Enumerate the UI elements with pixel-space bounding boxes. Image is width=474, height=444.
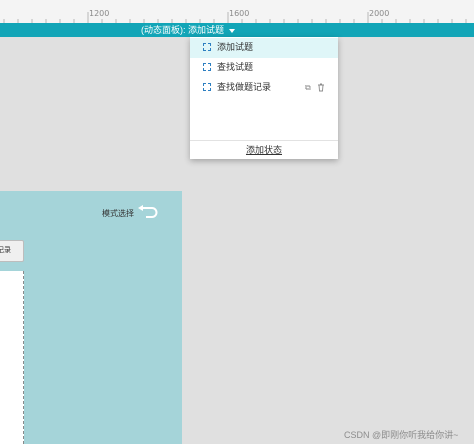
dashed-state-icon bbox=[203, 63, 211, 71]
content-box bbox=[0, 271, 24, 444]
mode-select-label[interactable]: 模式选择 bbox=[102, 208, 134, 219]
add-state-link[interactable]: 添加状态 bbox=[190, 141, 338, 159]
content-panel bbox=[0, 191, 182, 444]
state-dropdown-menu: 添加试题 查找试题 查找做题记录 ⧉ 添加状态 bbox=[190, 37, 338, 159]
trash-icon[interactable] bbox=[317, 83, 325, 95]
return-arrow-icon[interactable] bbox=[137, 205, 159, 224]
dropdown-item-label: 查找做题记录 bbox=[217, 82, 272, 92]
ruler-label-1600: 1600 bbox=[229, 9, 250, 18]
dropdown-item-find-question[interactable]: 查找试题 bbox=[190, 58, 338, 78]
caret-down-icon[interactable] bbox=[229, 28, 235, 33]
dropdown-item-find-record[interactable]: 查找做题记录 ⧉ bbox=[190, 78, 338, 98]
horizontal-ruler: 1200 1600 2000 bbox=[0, 0, 474, 24]
dynamic-panel-state-bar: (动态面板): 添加试题 bbox=[0, 23, 474, 37]
copy-icon[interactable]: ⧉ bbox=[305, 83, 311, 93]
dashed-state-icon bbox=[203, 43, 211, 51]
dropdown-item-label: 查找试题 bbox=[217, 62, 254, 72]
watermark: CSDN @即刚你听我给你讲~ bbox=[344, 430, 459, 440]
ruler-label-2000: 2000 bbox=[369, 9, 390, 18]
state-selector-label: (动态面板): 添加试题 bbox=[141, 25, 224, 35]
record-button[interactable]: 记录 bbox=[0, 240, 24, 262]
state-selector[interactable]: (动态面板): 添加试题 bbox=[141, 23, 235, 37]
dashed-state-icon bbox=[203, 83, 211, 91]
ruler-label-1200: 1200 bbox=[89, 9, 110, 18]
dropdown-item-label: 添加试题 bbox=[217, 42, 254, 52]
dropdown-item-add-question[interactable]: 添加试题 bbox=[190, 38, 338, 58]
